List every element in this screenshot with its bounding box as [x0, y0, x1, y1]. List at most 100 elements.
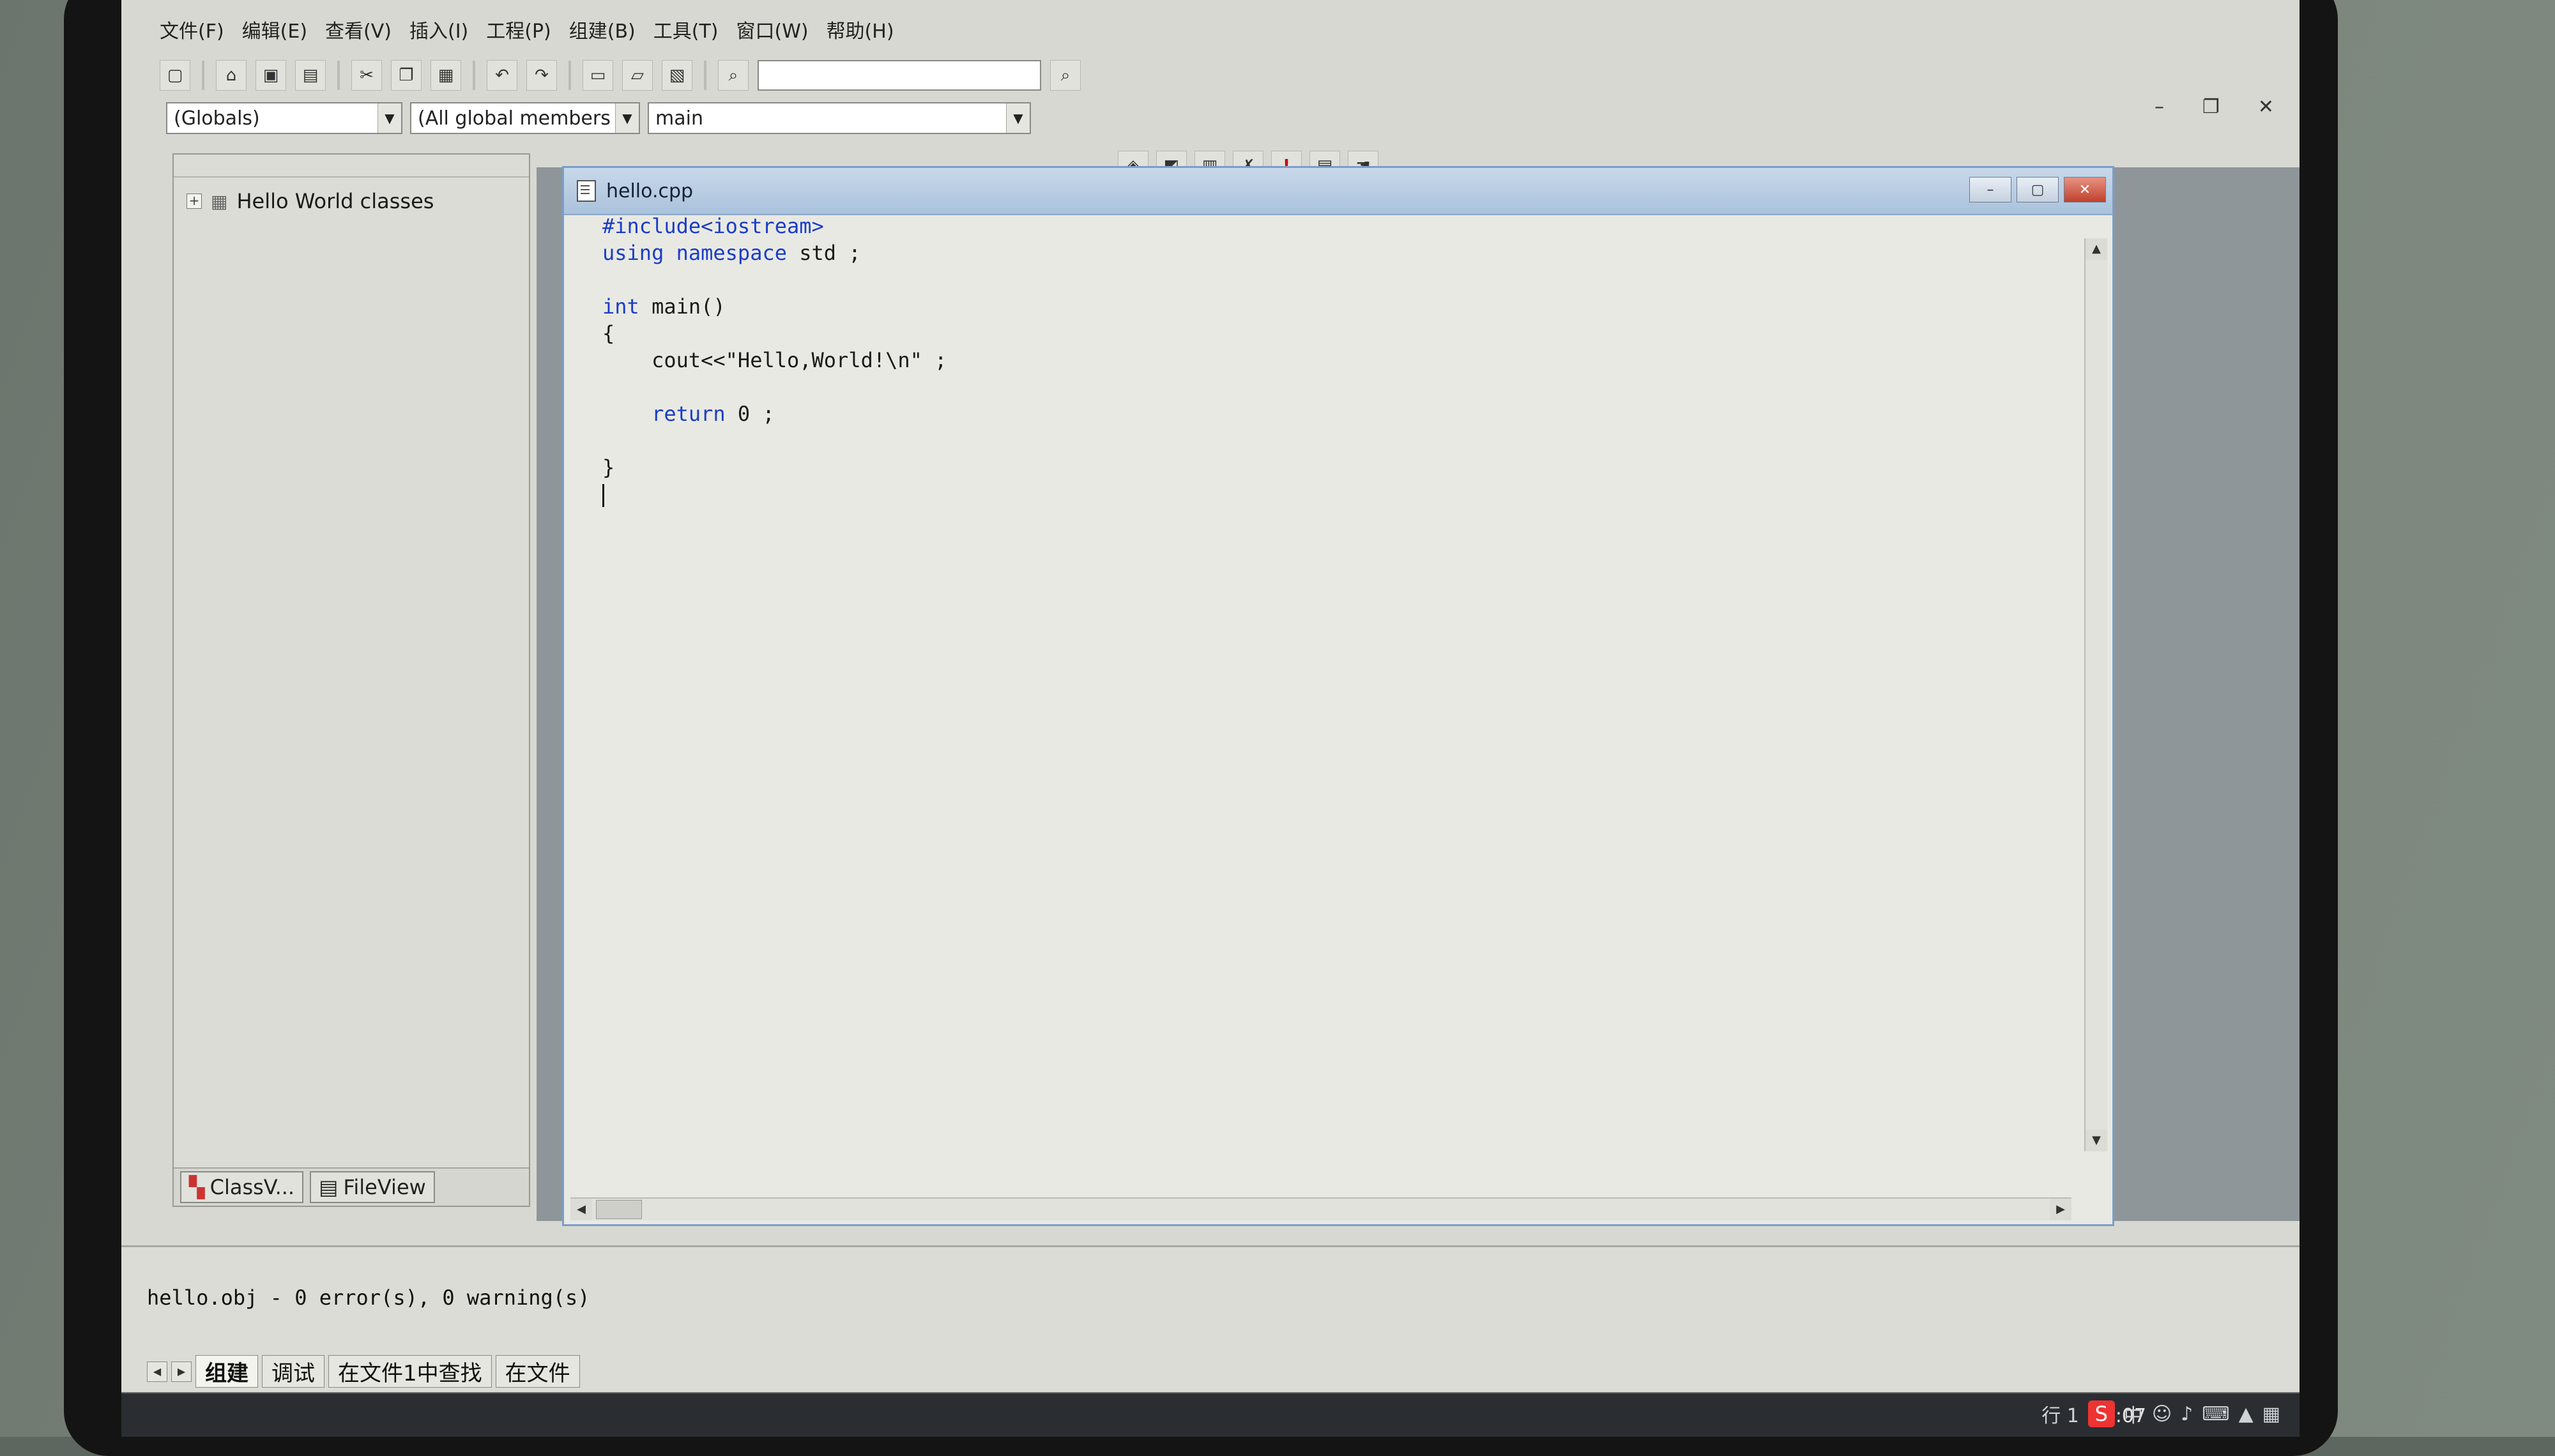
- scope-combo-value: (Globals): [174, 107, 260, 130]
- tab-build[interactable]: 组建: [195, 1355, 258, 1388]
- members-combo-value: (All global members: [418, 107, 611, 130]
- code-text: return 0 ;: [652, 402, 775, 426]
- close-icon[interactable]: ✕: [2064, 177, 2106, 202]
- code-text: {: [602, 321, 615, 345]
- tab-scroll-left-icon[interactable]: ◀: [147, 1361, 167, 1382]
- standard-toolbar: ▢ ⌂ ▣ ▤ ✂ ❐ ▦ ↶ ↷ ▭ ▱ ▧ ⌕ ⌕: [160, 56, 1081, 95]
- close-icon[interactable]: ✕: [2258, 96, 2274, 118]
- tab-find-in-files-1[interactable]: 在文件1中查找: [328, 1355, 492, 1388]
- members-combo[interactable]: (All global members ▼: [410, 102, 640, 134]
- menu-bar: 文件(F) 编辑(E) 查看(V) 插入(I) 工程(P) 组建(B) 工具(T…: [160, 9, 894, 50]
- shirt-icon[interactable]: ▲: [2239, 1403, 2254, 1425]
- code-line: int main(): [602, 293, 947, 320]
- code-line: #include<iostream>: [602, 213, 947, 239]
- menu-file[interactable]: 文件(F): [160, 15, 224, 43]
- menu-help[interactable]: 帮助(H): [827, 15, 894, 43]
- code-text: #include<iostream>: [602, 214, 824, 238]
- vertical-scrollbar[interactable]: ▲ ▼: [2084, 238, 2107, 1151]
- paste-icon[interactable]: ▦: [431, 60, 461, 91]
- find-icon[interactable]: ⌕: [1050, 60, 1081, 91]
- open-folder-icon[interactable]: ⌂: [216, 60, 247, 91]
- menu-view[interactable]: 查看(V): [325, 15, 392, 43]
- chevron-down-icon[interactable]: ▼: [1006, 103, 1030, 133]
- function-combo[interactable]: main ▼: [648, 102, 1031, 134]
- output-tabs: ◀ ▶ 组建 调试 在文件1中查找 在文件: [147, 1355, 580, 1388]
- tree-root-label[interactable]: Hello World classes: [236, 189, 434, 213]
- keyboard-icon[interactable]: ⌨: [2202, 1403, 2229, 1425]
- chevron-down-icon[interactable]: ▼: [378, 103, 401, 133]
- scroll-right-icon[interactable]: ▶: [2050, 1199, 2071, 1220]
- taskbar: 22:07 行 1 S 中 ☺ ♪ ⌨ ▲ ▦: [121, 1392, 2300, 1437]
- code-line: [602, 481, 947, 508]
- menu-build[interactable]: 组建(B): [569, 15, 636, 43]
- sogou-ime-icon[interactable]: S: [2087, 1400, 2115, 1427]
- restore-icon[interactable]: ❐: [2202, 96, 2220, 118]
- editor-title-bar[interactable]: hello.cpp – ▢ ✕: [564, 168, 2112, 215]
- workspace-pane: + ▦ Hello World classes ▚ ClassV... ▤ Fi…: [172, 153, 530, 1207]
- menu-window[interactable]: 窗口(W): [736, 15, 808, 43]
- code-text: cout<<"Hello,World!\n" ;: [602, 348, 947, 372]
- classes-folder-icon: ▦: [211, 190, 228, 212]
- save-icon[interactable]: ▣: [256, 60, 286, 91]
- code-text: using namespace std ;: [602, 241, 861, 265]
- cut-icon[interactable]: ✂: [351, 60, 382, 91]
- tab-classview[interactable]: ▚ ClassV...: [180, 1171, 304, 1203]
- emoji-icon[interactable]: ☺: [2152, 1403, 2172, 1425]
- save-all-icon[interactable]: ▤: [295, 60, 326, 91]
- class-tree: + ▦ Hello World classes: [174, 178, 529, 225]
- editor-window-controls: – ▢ ✕: [1969, 177, 2106, 202]
- scope-combo[interactable]: (Globals) ▼: [166, 102, 402, 134]
- tab-classview-label: ClassV...: [210, 1175, 295, 1199]
- new-file-icon[interactable]: ▢: [160, 60, 190, 91]
- tab-fileview[interactable]: ▤ FileView: [310, 1171, 435, 1203]
- minimize-icon[interactable]: –: [2155, 96, 2164, 118]
- minimize-icon[interactable]: –: [1969, 177, 2011, 202]
- maximize-icon[interactable]: ▢: [2017, 177, 2059, 202]
- workspace-tabs: ▚ ClassV... ▤ FileView: [174, 1167, 529, 1206]
- window-list-icon[interactable]: ▧: [662, 60, 692, 91]
- function-combo-value: main: [655, 107, 703, 130]
- chevron-down-icon[interactable]: ▼: [615, 103, 639, 133]
- menu-edit[interactable]: 编辑(E): [242, 15, 307, 43]
- tab-scroll-right-icon[interactable]: ▶: [171, 1361, 192, 1382]
- scroll-left-icon[interactable]: ◀: [570, 1199, 592, 1220]
- code-text: int main(): [602, 294, 726, 319]
- toolbar-separator: [473, 61, 475, 90]
- main-window-controls: – ❐ ✕: [2155, 96, 2274, 118]
- grid-icon[interactable]: ▦: [2262, 1403, 2280, 1425]
- redo-icon[interactable]: ↷: [526, 60, 557, 91]
- toolbar-separator: [337, 61, 340, 90]
- editor-filename: hello.cpp: [606, 179, 694, 202]
- menu-project[interactable]: 工程(P): [486, 15, 551, 43]
- scroll-down-icon[interactable]: ▼: [2086, 1130, 2107, 1151]
- tree-expand-icon[interactable]: +: [187, 193, 202, 209]
- find-combo[interactable]: [758, 60, 1041, 91]
- screen: 文件(F) 编辑(E) 查看(V) 插入(I) 工程(P) 组建(B) 工具(T…: [121, 0, 2300, 1437]
- menu-tools[interactable]: 工具(T): [653, 15, 719, 43]
- code-area[interactable]: #include<iostream> using namespace std ;…: [602, 213, 947, 508]
- scroll-up-icon[interactable]: ▲: [2086, 238, 2107, 260]
- document-icon: [577, 180, 596, 202]
- code-line: return 0 ;: [602, 400, 947, 427]
- text-cursor: [602, 484, 604, 507]
- code-line: using namespace std ;: [602, 239, 947, 266]
- horizontal-scrollbar[interactable]: ◀ ▶: [570, 1197, 2071, 1220]
- find-in-files-icon[interactable]: ⌕: [718, 60, 749, 91]
- tab-debug[interactable]: 调试: [262, 1355, 324, 1388]
- toolbar-separator: [202, 61, 204, 90]
- classview-icon: ▚: [189, 1175, 205, 1199]
- toolbar-separator: [704, 61, 706, 90]
- wizard-bar: (Globals) ▼ (All global members ▼ main ▼: [166, 102, 1031, 138]
- copy-icon[interactable]: ❐: [391, 60, 422, 91]
- undo-icon[interactable]: ↶: [487, 60, 517, 91]
- output-pane: hello.obj - 0 error(s), 0 warning(s) ◀ ▶…: [121, 1245, 2300, 1394]
- workspace-icon[interactable]: ▭: [583, 60, 613, 91]
- scroll-thumb[interactable]: [596, 1200, 642, 1219]
- tab-find-in-files-2[interactable]: 在文件: [495, 1355, 580, 1388]
- menu-insert[interactable]: 插入(I): [409, 15, 468, 43]
- microphone-icon[interactable]: ♪: [2181, 1403, 2193, 1425]
- output-window-icon[interactable]: ▱: [622, 60, 653, 91]
- ime-mode[interactable]: 中: [2124, 1400, 2143, 1428]
